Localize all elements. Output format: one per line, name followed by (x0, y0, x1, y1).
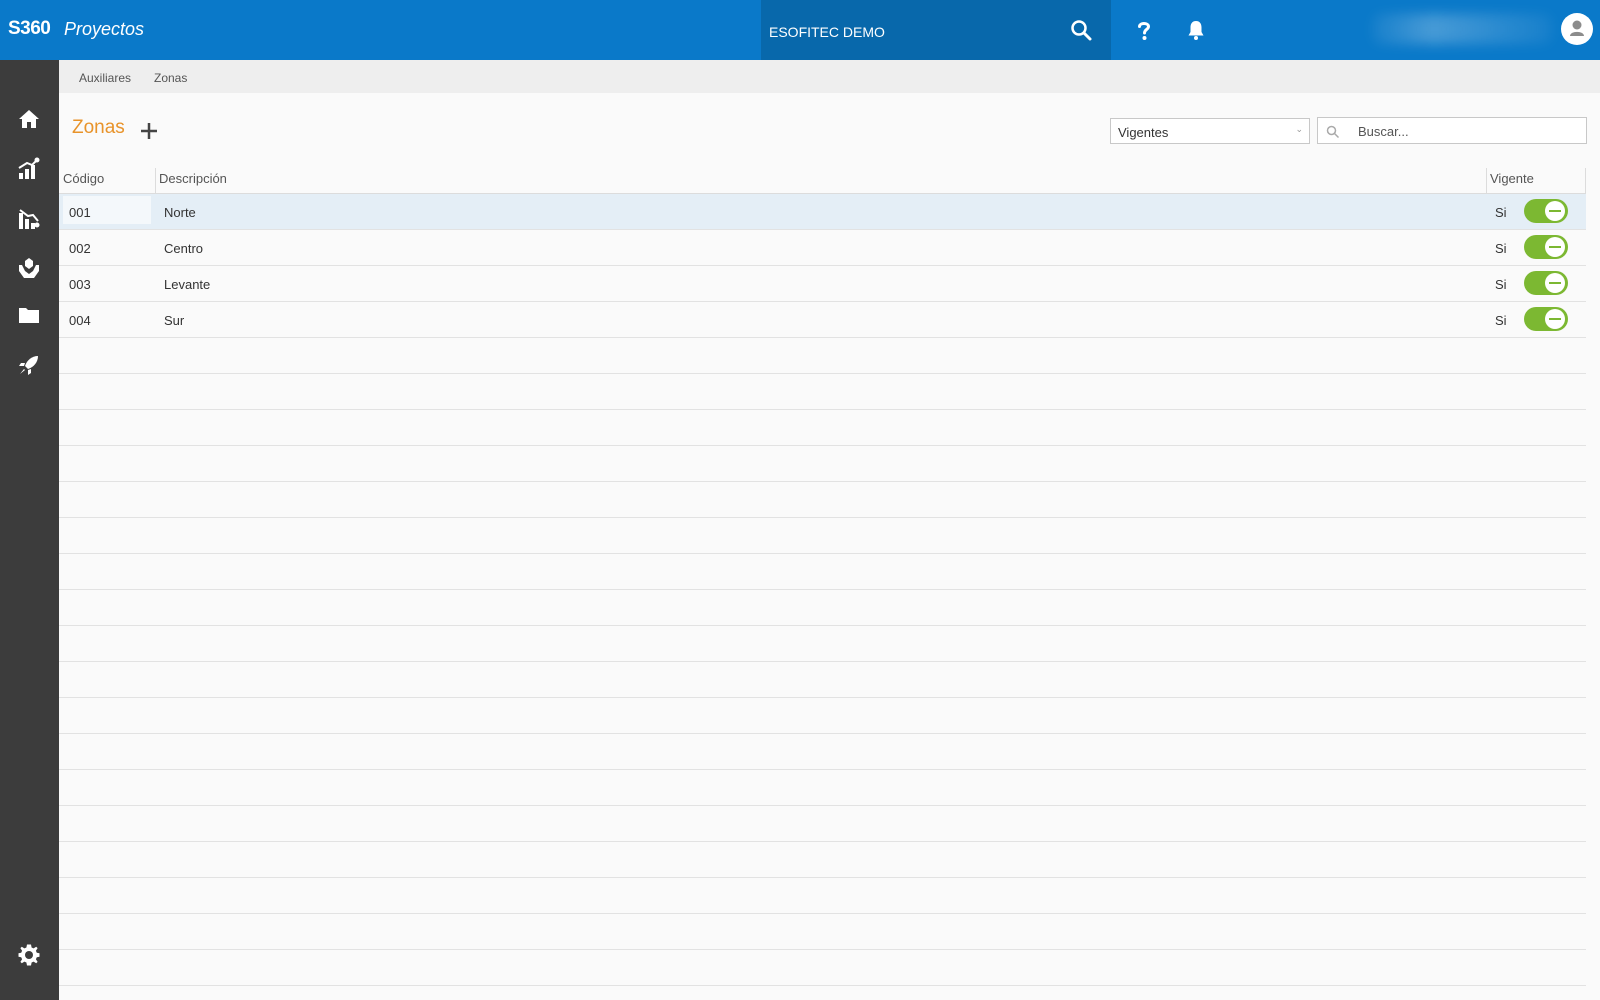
breadcrumb-item-zonas[interactable]: Zonas (154, 71, 187, 85)
bell-icon[interactable] (1184, 18, 1208, 42)
home-icon[interactable] (17, 107, 41, 131)
rocket-icon[interactable] (17, 353, 41, 377)
chevron-down-icon: ⌄ (1295, 124, 1303, 134)
empty-row (59, 914, 1586, 950)
vigente-value: Si (1495, 313, 1507, 328)
table-row[interactable]: 004 Sur Si (59, 302, 1586, 338)
vigente-toggle[interactable] (1524, 235, 1568, 259)
empty-row (59, 518, 1586, 554)
column-divider[interactable] (155, 168, 156, 194)
search-field[interactable] (1317, 117, 1587, 144)
zones-table: Código Descripción Vigente 001 Norte Si … (59, 166, 1586, 986)
search-icon (1326, 125, 1340, 139)
column-header-vigente[interactable]: Vigente (1490, 171, 1534, 186)
empty-row (59, 374, 1586, 410)
empty-row (59, 662, 1586, 698)
app-name: Proyectos (64, 19, 145, 39)
empty-row (59, 878, 1586, 914)
add-zone-button[interactable] (138, 120, 160, 142)
breadcrumb: Auxiliares Zonas (59, 60, 1600, 93)
status-filter-select[interactable]: Vigentes ⌄ (1110, 118, 1310, 144)
code-value: 001 (69, 205, 91, 220)
empty-row (59, 626, 1586, 662)
description-value: Levante (164, 277, 211, 292)
company-name: ESOFITEC DEMO (769, 24, 885, 40)
description-value: Centro (164, 241, 204, 256)
empty-row (59, 410, 1586, 446)
column-divider[interactable] (1585, 168, 1586, 194)
toggle-knob (1545, 201, 1565, 221)
column-header-descripcion[interactable]: Descripción (159, 171, 227, 186)
breadcrumb-item-auxiliares[interactable]: Auxiliares (79, 71, 131, 85)
empty-rows (59, 338, 1586, 986)
table-row[interactable]: 001 Norte Si (59, 194, 1586, 230)
gear-icon[interactable] (17, 943, 41, 967)
user-name-blurred[interactable] (1372, 14, 1552, 44)
vigente-toggle[interactable] (1524, 307, 1568, 331)
vigente-value: Si (1495, 241, 1507, 256)
toggle-knob (1545, 237, 1565, 257)
table-row[interactable]: 003 Levante Si (59, 266, 1586, 302)
empty-row (59, 698, 1586, 734)
column-header-codigo[interactable]: Código (63, 171, 104, 186)
hands-care-icon[interactable] (17, 256, 41, 280)
empty-row (59, 770, 1586, 806)
empty-row (59, 806, 1586, 842)
code-value: 004 (69, 313, 91, 328)
empty-row (59, 842, 1586, 878)
table-row[interactable]: 002 Centro Si (59, 230, 1586, 266)
folder-icon[interactable] (17, 303, 41, 327)
page-title: Zonas (72, 117, 125, 138)
empty-row (59, 482, 1586, 518)
brand-logo[interactable]: S360 (8, 18, 51, 40)
empty-row (59, 734, 1586, 770)
table-header: Código Descripción Vigente (59, 166, 1586, 194)
sidebar (0, 60, 59, 1000)
empty-row (59, 338, 1586, 374)
vigente-toggle[interactable] (1524, 199, 1568, 223)
toggle-knob (1545, 273, 1565, 293)
empty-row (59, 950, 1586, 986)
toggle-knob (1545, 309, 1565, 329)
empty-row (59, 446, 1586, 482)
company-selector[interactable]: ESOFITEC DEMO (761, 0, 1111, 60)
search-icon[interactable] (1069, 18, 1093, 42)
code-value: 002 (69, 241, 91, 256)
code-value: 003 (69, 277, 91, 292)
search-input[interactable] (1358, 122, 1578, 140)
empty-row (59, 590, 1586, 626)
vigente-toggle[interactable] (1524, 271, 1568, 295)
status-filter-value: Vigentes (1118, 125, 1169, 140)
help-icon[interactable] (1132, 18, 1156, 42)
top-bar: S360 Proyectos ESOFITEC DEMO (0, 0, 1600, 60)
vigente-value: Si (1495, 205, 1507, 220)
avatar[interactable] (1561, 13, 1593, 45)
vigente-value: Si (1495, 277, 1507, 292)
chart-growth-icon[interactable] (17, 157, 41, 181)
description-value: Sur (164, 313, 185, 328)
description-value: Norte (164, 205, 196, 220)
empty-row (59, 554, 1586, 590)
column-divider[interactable] (1486, 168, 1487, 194)
chart-decline-icon[interactable] (17, 207, 41, 231)
